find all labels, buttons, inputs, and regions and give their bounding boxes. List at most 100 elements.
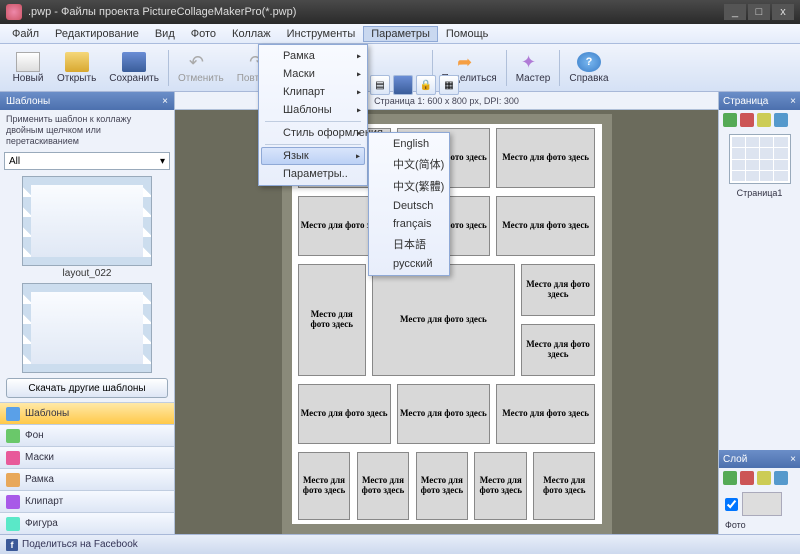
templates-header: Шаблоны× <box>0 92 174 110</box>
delete-page-icon[interactable] <box>740 113 754 127</box>
tb-wizard[interactable]: ✦Мастер <box>510 50 557 86</box>
copy-page-icon[interactable] <box>757 113 771 127</box>
tab-shape[interactable]: Фигура <box>0 512 174 534</box>
menu-collage[interactable]: Коллаж <box>224 26 279 42</box>
photo-placeholder[interactable]: Место для фото здесь <box>298 264 366 376</box>
dd-language[interactable]: Язык▸ <box>261 147 365 165</box>
masks-icon <box>6 451 20 465</box>
grid-btn[interactable]: ▦ <box>439 75 459 95</box>
dd-clipart[interactable]: Клипарт▸ <box>261 83 365 101</box>
tb-open[interactable]: Открыть <box>51 50 102 86</box>
tab-background[interactable]: Фон <box>0 424 174 446</box>
photo-placeholder[interactable]: Место для фото здесь <box>372 264 515 376</box>
minimize-button[interactable]: _ <box>724 4 746 20</box>
layer-up-icon[interactable] <box>723 471 737 485</box>
add-page-icon[interactable] <box>723 113 737 127</box>
template-item[interactable]: layout_023 <box>4 283 170 374</box>
arrow-right-icon: ▸ <box>357 88 361 97</box>
template-thumb <box>22 176 152 266</box>
lang-russian[interactable]: русский <box>371 255 447 273</box>
page-label: Страница1 <box>719 188 800 198</box>
lang-francais[interactable]: français <box>371 215 447 233</box>
photo-placeholder[interactable]: Место для фото здесь <box>397 384 490 444</box>
language-submenu: English 中文(简体) 中文(繁體) Deutsch français 日… <box>368 132 450 276</box>
panel-close-icon[interactable]: × <box>162 96 168 107</box>
menu-edit[interactable]: Редактирование <box>47 26 147 42</box>
photo-placeholder[interactable]: Место для фото здесь <box>474 452 527 520</box>
arrow-right-icon: ▸ <box>357 52 361 61</box>
photo-placeholder[interactable]: Место для фото здесь <box>298 384 391 444</box>
options-dropdown: Рамка▸ Маски▸ Клипарт▸ Шаблоны▸ Стиль оф… <box>258 44 368 186</box>
page-thumbnail[interactable] <box>729 134 791 184</box>
lang-zh-simplified[interactable]: 中文(简体) <box>371 153 447 175</box>
layer-dup-icon[interactable] <box>757 471 771 485</box>
titlebar: .pwp - Файлы проекта PictureCollageMaker… <box>0 0 800 24</box>
layer-visible-checkbox[interactable] <box>725 498 738 511</box>
arrow-right-icon: ▸ <box>357 129 361 138</box>
photo-placeholder[interactable]: Место для фото здесь <box>496 196 595 256</box>
photo-placeholder[interactable]: Место для фото здесь <box>416 452 469 520</box>
close-button[interactable]: x <box>772 4 794 20</box>
tab-clipart[interactable]: Клипарт <box>0 490 174 512</box>
menu-help[interactable]: Помощь <box>438 26 497 42</box>
panel-close-icon[interactable]: × <box>790 96 796 107</box>
menu-view[interactable]: Вид <box>147 26 183 42</box>
photo-placeholder[interactable]: Место для фото здесь <box>496 128 595 188</box>
dd-settings[interactable]: Параметры.. <box>261 165 365 183</box>
align-btn[interactable]: ▤ <box>370 75 390 95</box>
wizard-icon: ✦ <box>521 52 545 72</box>
maximize-button[interactable]: □ <box>748 4 770 20</box>
tab-templates[interactable]: Шаблоны <box>0 402 174 424</box>
clipart-icon <box>6 495 20 509</box>
menu-options[interactable]: Параметры <box>363 26 438 42</box>
background-icon <box>6 429 20 443</box>
arrow-right-icon: ▸ <box>357 70 361 79</box>
arrow-right-icon: ▸ <box>356 152 360 161</box>
tb-save[interactable]: Сохранить <box>103 50 165 86</box>
tb-new[interactable]: Новый <box>6 50 50 86</box>
photo-placeholder[interactable]: Место для фото здесь <box>521 324 595 376</box>
template-thumb <box>22 283 152 373</box>
layer-del-icon[interactable] <box>774 471 788 485</box>
dd-masks[interactable]: Маски▸ <box>261 65 365 83</box>
save-btn[interactable] <box>393 75 413 95</box>
templates-hint: Применить шаблон к коллажу двойным щелчк… <box>0 110 174 150</box>
help-icon: ? <box>577 52 601 72</box>
facebook-icon[interactable]: f <box>6 539 18 551</box>
photo-placeholder[interactable]: Место для фото здесь <box>357 452 410 520</box>
lang-english[interactable]: English <box>371 135 447 153</box>
tab-frame[interactable]: Рамка <box>0 468 174 490</box>
lang-deutsch[interactable]: Deutsch <box>371 197 447 215</box>
tb-undo: ↶Отменить <box>172 50 230 86</box>
chevron-down-icon: ▾ <box>160 156 165 167</box>
layer-thumb[interactable] <box>742 492 782 516</box>
tb-help[interactable]: ?Справка <box>563 50 614 86</box>
dd-frame[interactable]: Рамка▸ <box>261 47 365 65</box>
lang-zh-traditional[interactable]: 中文(繁體) <box>371 175 447 197</box>
move-page-icon[interactable] <box>774 113 788 127</box>
lang-japanese[interactable]: 日本語 <box>371 233 447 255</box>
templates-panel: Шаблоны× Применить шаблон к коллажу двой… <box>0 92 175 534</box>
download-templates-button[interactable]: Скачать другие шаблоны <box>6 378 168 398</box>
menu-tools[interactable]: Инструменты <box>279 26 364 42</box>
photo-placeholder[interactable]: Место для фото здесь <box>533 452 595 520</box>
window-title: .pwp - Файлы проекта PictureCollageMaker… <box>28 6 724 18</box>
tab-masks[interactable]: Маски <box>0 446 174 468</box>
share-icon: ➦ <box>457 52 481 72</box>
app-icon <box>6 4 22 20</box>
menu-photo[interactable]: Фото <box>183 26 224 42</box>
template-item[interactable]: layout_022 <box>4 176 170 279</box>
layer-down-icon[interactable] <box>740 471 754 485</box>
menu-file[interactable]: Файл <box>4 26 47 42</box>
photo-placeholder[interactable]: Место для фото здесь <box>298 452 351 520</box>
photo-placeholder[interactable]: Место для фото здесь <box>496 384 595 444</box>
templates-category-dropdown[interactable]: All▾ <box>4 152 170 170</box>
lock-btn[interactable]: 🔒 <box>416 75 436 95</box>
dd-templates[interactable]: Шаблоны▸ <box>261 101 365 119</box>
photo-placeholder[interactable]: Место для фото здесь <box>521 264 595 316</box>
dd-skin[interactable]: Стиль оформления▸ <box>261 124 365 142</box>
shape-icon <box>6 517 20 531</box>
panel-close-icon[interactable]: × <box>790 454 796 465</box>
share-facebook-link[interactable]: Поделиться на Facebook <box>22 539 138 550</box>
save-icon <box>122 52 146 72</box>
